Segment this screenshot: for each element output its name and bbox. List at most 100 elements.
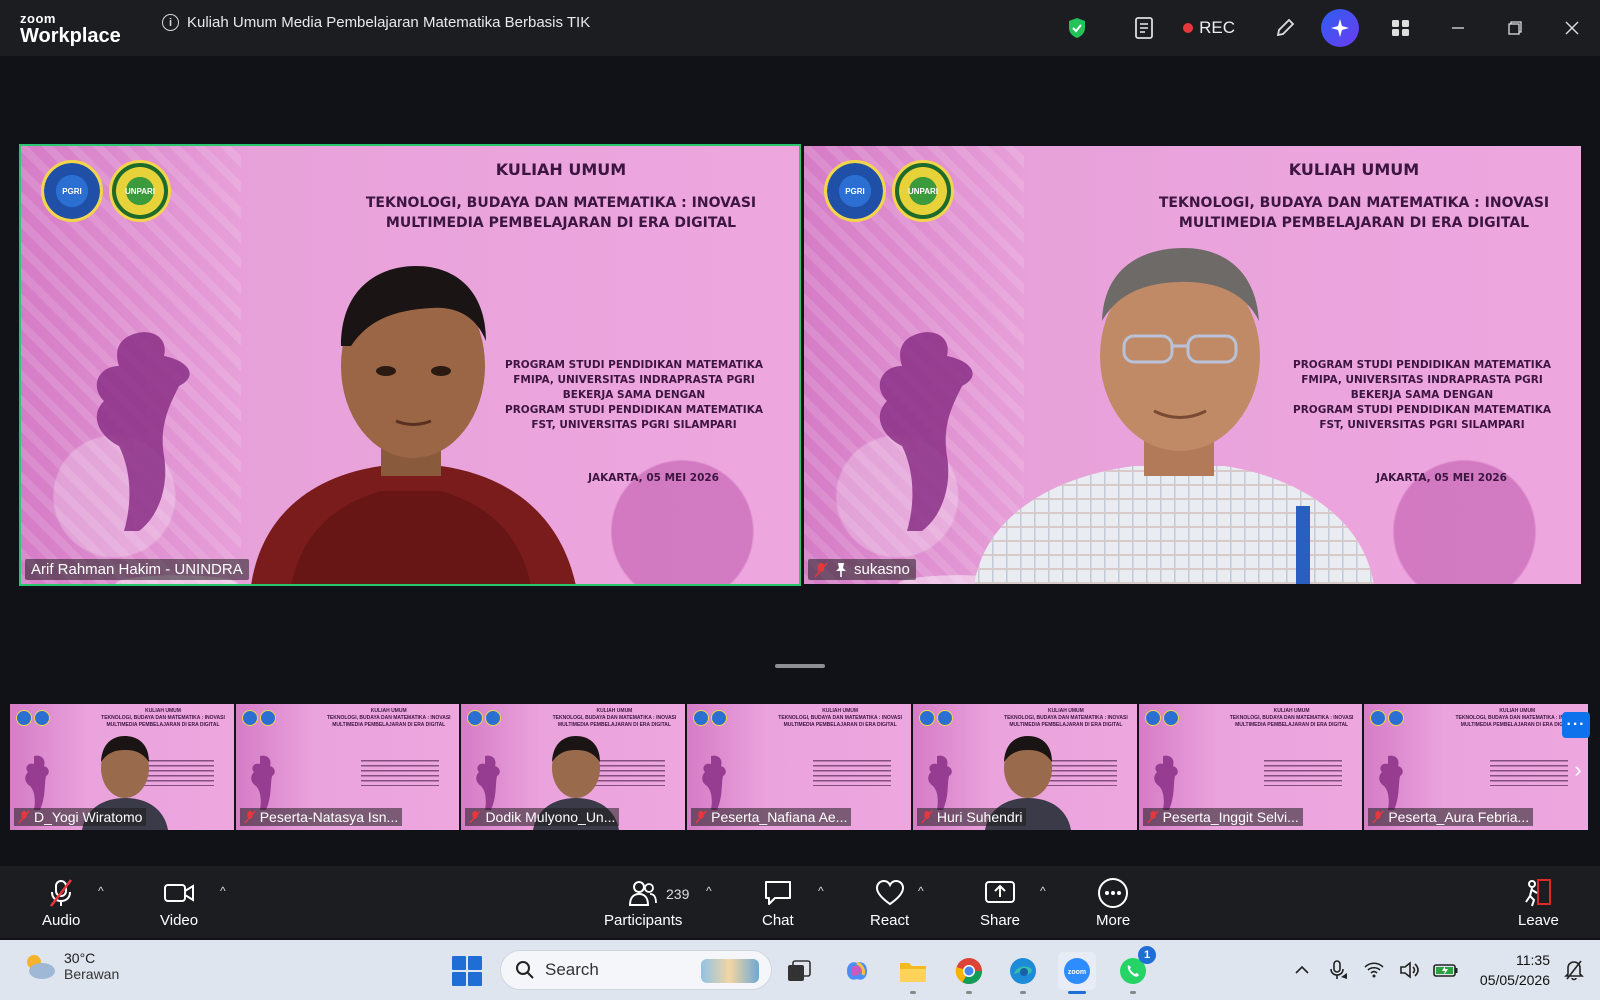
participant-name-tag: Arif Rahman Hakim - UNINDRA (25, 559, 249, 580)
pgri-logo (1370, 710, 1387, 726)
participant-name-tag: Peserta-Natasya Isn... (239, 808, 403, 826)
taskbar-clock[interactable]: 11:35 05/05/2026 (1480, 950, 1550, 990)
app-logo: zoom Workplace (20, 12, 121, 46)
mic-muted-icon (18, 810, 30, 824)
windows-start-icon[interactable] (452, 956, 482, 986)
video-button[interactable]: Video (160, 878, 198, 929)
participant-thumbnail[interactable]: KULIAH UMUM TEKNOLOGI, BUDAYA DAN MATEMAT… (912, 704, 1139, 830)
copilot-icon[interactable] (838, 952, 876, 990)
leave-label: Leave (1518, 912, 1559, 929)
encryption-shield-icon[interactable] (1067, 17, 1087, 39)
chevron-up-icon[interactable] (1288, 956, 1316, 984)
share-screen-icon (985, 881, 1016, 903)
microphone-in-use-icon[interactable] (1324, 956, 1352, 984)
participant-thumbnail[interactable]: KULIAH UMUM TEKNOLOGI, BUDAYA DAN MATEMAT… (461, 704, 688, 830)
more-button[interactable]: More (1096, 878, 1130, 929)
participants-label: Participants (604, 912, 683, 929)
video-options-caret-icon[interactable]: ^ (220, 884, 226, 898)
participant-name-tag: sukasno (808, 559, 916, 580)
audio-options-caret-icon[interactable]: ^ (98, 884, 104, 898)
notes-icon[interactable] (1131, 14, 1159, 42)
wayang-silhouette-icon (250, 755, 275, 810)
search-placeholder: Search (545, 960, 599, 979)
meeting-info[interactable]: i Kuliah Umum Media Pembelajaran Matemat… (162, 14, 590, 31)
chat-options-caret-icon[interactable]: ^ (818, 884, 824, 898)
battery-charging-icon[interactable] (1432, 956, 1460, 984)
ai-companion-sparkle-icon[interactable] (1321, 9, 1359, 47)
meeting-controls-toolbar: Audio ^ Video ^ Participants ^ Chat ^ Re… (0, 866, 1600, 938)
mini-title-line: TEKNOLOGI, BUDAYA DAN MATEMATIKA : INOVA… (552, 715, 677, 721)
wifi-icon[interactable] (1360, 956, 1388, 984)
slide-subtitle-1: TEKNOLOGI, BUDAYA DAN MATEMATIKA : INOVA… (1158, 195, 1550, 211)
weather-description: Berawan (64, 966, 120, 982)
participant-name: Peserta-Natasya Isn... (259, 809, 399, 825)
running-indicator (1130, 991, 1136, 994)
unpari-logo (1388, 710, 1405, 726)
restore-button[interactable] (1486, 0, 1543, 56)
participant-name: Arif Rahman Hakim - UNINDRA (31, 561, 243, 578)
react-button[interactable]: React (870, 878, 909, 929)
participant-thumbnail[interactable]: KULIAH UMUM TEKNOLOGI, BUDAYA DAN MATEMAT… (10, 704, 236, 830)
rec-label: REC (1199, 18, 1235, 37)
participant-video-person (974, 248, 1374, 584)
active-app-indicator (1068, 991, 1086, 994)
close-button[interactable] (1543, 0, 1600, 56)
share-options-caret-icon[interactable]: ^ (1040, 884, 1046, 898)
whatsapp-icon[interactable]: 1 (1114, 946, 1156, 994)
next-page-chevron-icon[interactable]: › (1566, 756, 1590, 784)
pgri-logo (918, 710, 935, 726)
unpari-logo (34, 710, 50, 726)
mini-title-line: KULIAH UMUM (145, 708, 181, 714)
wayang-silhouette-icon (1379, 755, 1404, 810)
video-tile-participant[interactable]: PGRI UNPARI KULIAH UMUM TEKNOLOGI, BUDAY… (804, 146, 1581, 584)
participant-name-tag: Huri Suhendri (916, 808, 1027, 826)
annotate-pencil-icon[interactable] (1271, 14, 1299, 42)
mic-muted-icon (695, 810, 707, 824)
pgri-logo (1144, 710, 1161, 726)
react-label: React (870, 912, 910, 929)
minimize-button[interactable] (1429, 0, 1486, 56)
participant-thumbnail[interactable]: KULIAH UMUM TEKNOLOGI, BUDAYA DAN MATEMAT… (1364, 704, 1591, 830)
participant-thumbnail[interactable]: KULIAH UMUM TEKNOLOGI, BUDAYA DAN MATEMAT… (235, 704, 462, 830)
mic-muted-icon (1146, 810, 1159, 824)
unpari-logo (485, 710, 502, 726)
temperature: 30°C (64, 950, 96, 966)
video-label: Video (160, 912, 199, 929)
mic-muted-icon (244, 810, 256, 824)
taskbar-search[interactable]: Search (500, 950, 772, 990)
info-icon[interactable]: i (162, 14, 179, 31)
recording-indicator[interactable]: REC (1183, 18, 1235, 38)
task-view-icon[interactable] (780, 952, 818, 990)
wayang-silhouette-icon (96, 332, 190, 531)
svg-text:zoom: zoom (1068, 969, 1086, 976)
apps-grid-icon[interactable] (1387, 14, 1415, 42)
weather-widget[interactable]: 30°C Berawan (22, 950, 119, 982)
mini-title-line: TEKNOLOGI, BUDAYA DAN MATEMATIKA : INOVA… (1004, 715, 1128, 721)
notification-bell-icon[interactable] (1560, 956, 1588, 984)
running-indicator (1020, 991, 1026, 994)
audio-button[interactable]: Audio (42, 878, 80, 929)
volume-icon[interactable] (1396, 956, 1424, 984)
participant-thumbnail[interactable]: KULIAH UMUM TEKNOLOGI, BUDAYA DAN MATEMAT… (1138, 704, 1365, 830)
chat-button[interactable]: Chat (762, 878, 794, 929)
unpari-logo: UNPARI (892, 160, 954, 222)
share-button[interactable]: Share (980, 878, 1020, 929)
resize-drag-handle[interactable] (775, 664, 825, 668)
participant-thumbnail-strip: KULIAH UMUM TEKNOLOGI, BUDAYA DAN MATEMAT… (10, 704, 1591, 830)
more-options-button[interactable]: ··· (1562, 712, 1590, 738)
participant-thumbnail[interactable]: KULIAH UMUM TEKNOLOGI, BUDAYA DAN MATEMAT… (687, 704, 913, 830)
participants-options-caret-icon[interactable]: ^ (706, 884, 712, 898)
react-options-caret-icon[interactable]: ^ (918, 884, 924, 898)
wayang-silhouette-icon (928, 755, 952, 810)
participant-name-tag: Peserta_Aura Febria... (1368, 808, 1534, 826)
slide-title-block: KULIAH UMUM TEKNOLOGI, BUDAYA DAN MATEMA… (1124, 160, 1581, 233)
mini-title-line: KULIAH UMUM (370, 708, 407, 714)
edge-icon[interactable] (1004, 952, 1042, 994)
chrome-icon[interactable] (950, 952, 988, 994)
file-explorer-icon[interactable] (894, 952, 932, 994)
more-label: More (1096, 912, 1131, 929)
video-tile-speaker[interactable]: PGRI UNPARI KULIAH UMUM TEKNOLOGI, BUDAY… (19, 144, 801, 586)
leave-button[interactable]: Leave (1518, 878, 1559, 929)
zoom-app-icon[interactable]: zoom (1058, 952, 1096, 994)
mini-title-line: KULIAH UMUM (822, 708, 859, 714)
